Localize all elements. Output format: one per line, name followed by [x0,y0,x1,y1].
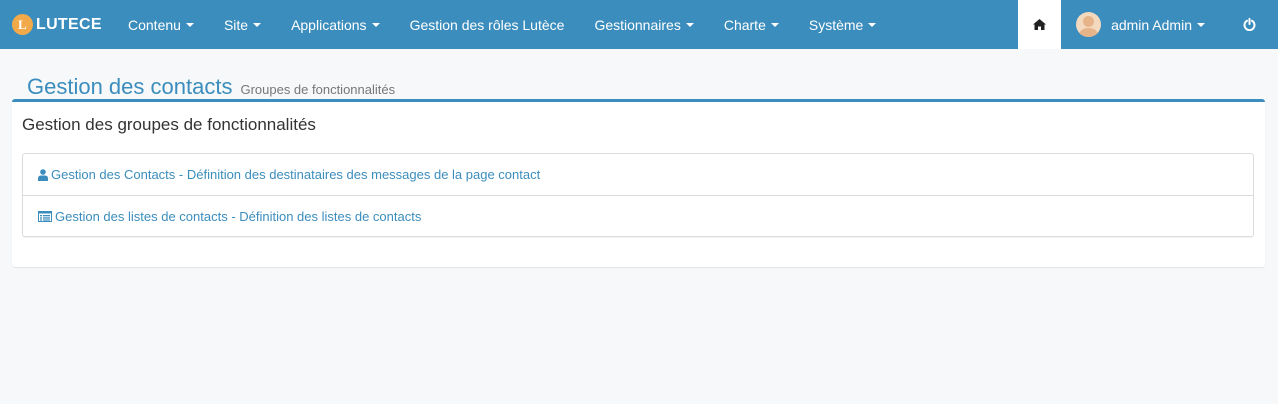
home-icon [1033,19,1047,30]
nav-menu-gestionnaires[interactable]: Gestionnaires [579,0,708,49]
nav-menu-label: Charte [723,16,766,33]
nav-menu-applications[interactable]: Applications [276,0,395,49]
list-item-label: Gestion des Contacts - Définition des de… [51,167,541,182]
nav-menu-charte[interactable]: Charte [709,0,794,49]
caret-down-icon [770,22,779,27]
box-title: Gestion des groupes de fonctionnalités [22,115,316,134]
nav-menu-label: Contenu [128,16,181,33]
caret-down-icon [371,22,380,27]
caret-down-icon [685,22,694,27]
nav-menu-contenu[interactable]: Contenu [113,0,209,49]
brand-name: LUTECE [36,15,102,33]
power-icon [1243,18,1255,31]
nav-link-gestion-roles[interactable]: Gestion des rôles Lutèce [395,0,580,49]
caret-down-icon [253,22,262,27]
caret-down-icon [868,22,877,27]
nav-menu-label: Applications [291,16,367,33]
feature-groups-box: Gestion des groupes de fonctionnalités G… [12,99,1265,267]
logout-button[interactable] [1220,0,1278,49]
user-menu[interactable]: admin Admin [1061,0,1220,49]
nav-menu-site[interactable]: Site [209,0,276,49]
top-navbar: L LUTECE Contenu Site Applications Gesti… [0,0,1278,49]
nav-menu-label: Système [808,16,864,33]
home-button[interactable] [1018,0,1062,49]
nav-menu-systeme[interactable]: Système [794,0,891,49]
lutece-logo-icon: L [12,14,33,35]
list-item-contact-lists[interactable]: Gestion des listes de contacts - Définit… [23,195,1253,236]
feature-list: Gestion des Contacts - Définition des de… [22,153,1254,237]
page-subtitle: Groupes de fonctionnalités [240,82,396,97]
caret-down-icon [185,22,194,27]
avatar [1076,12,1102,37]
user-name: admin Admin [1111,16,1192,33]
list-item-label: Gestion des listes de contacts - Définit… [55,208,422,224]
nav-menu-label: Gestionnaires [594,16,681,33]
content-header: Gestion des contacts Groupes de fonction… [27,74,395,100]
list-alt-icon [38,210,52,222]
page-title: Gestion des contacts [27,74,233,99]
nav-menu-label: Gestion des rôles Lutèce [409,16,565,33]
caret-down-icon [1197,22,1205,27]
brand-logo-link[interactable]: L LUTECE [0,0,113,49]
user-icon [38,168,48,181]
nav-menu-label: Site [223,16,249,33]
list-item-contacts[interactable]: Gestion des Contacts - Définition des de… [23,154,1253,195]
